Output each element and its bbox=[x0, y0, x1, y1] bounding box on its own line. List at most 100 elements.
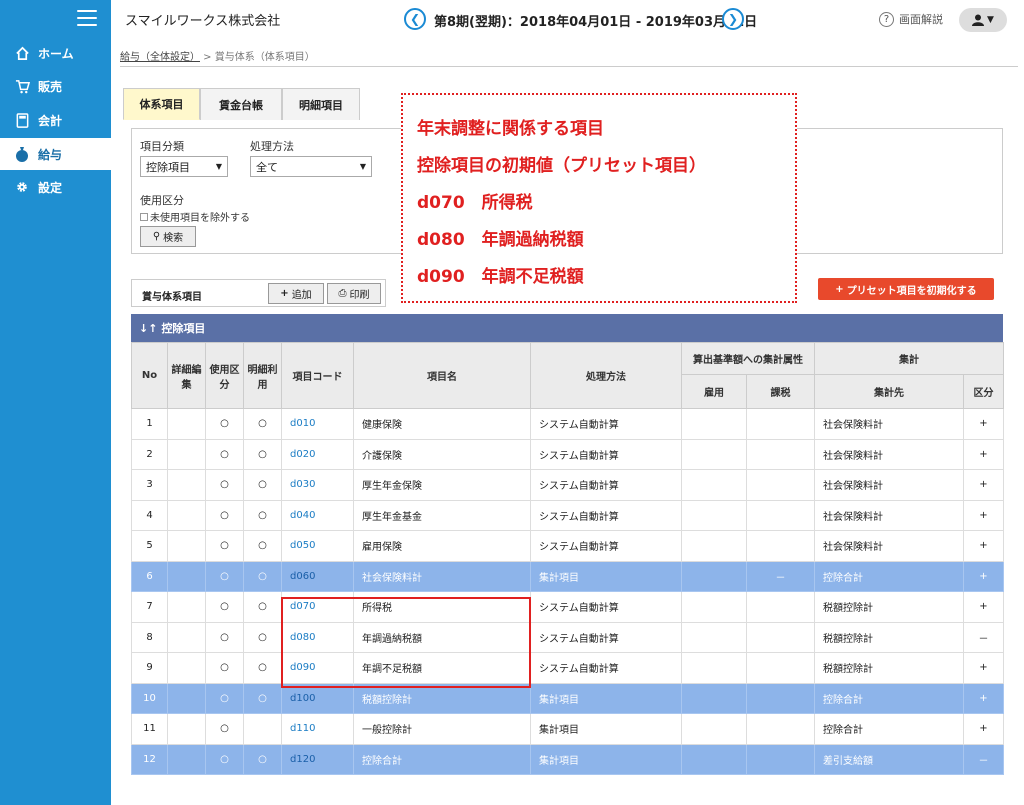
table-row[interactable]: 10 ○ ○ d100 税額控除計 集計項目 控除合計 + bbox=[131, 682, 1004, 714]
cell-code[interactable]: d050 bbox=[281, 530, 354, 562]
exclude-unused-checkbox[interactable]: 未使用項目を除外する bbox=[140, 209, 250, 224]
cell-kubun: + bbox=[963, 591, 1004, 623]
sidebar-item-money-bag[interactable]: 給与 bbox=[0, 138, 111, 170]
cell-koyou bbox=[681, 682, 747, 714]
cell-code[interactable]: d110 bbox=[281, 713, 354, 745]
cell-kubun: + bbox=[963, 652, 1004, 684]
cell-target: 社会保険料計 bbox=[814, 530, 964, 562]
cell-usage: ○ bbox=[205, 652, 244, 684]
cell-meisai: ○ bbox=[243, 621, 282, 653]
cell-target: 税額控除計 bbox=[814, 621, 964, 653]
help-link[interactable]: ? 画面解説 bbox=[879, 11, 943, 27]
checkbox[interactable] bbox=[140, 212, 148, 221]
cell-meisai: ○ bbox=[243, 591, 282, 623]
category-select[interactable]: 控除項目 ▼ bbox=[140, 156, 228, 177]
cell-code[interactable]: d020 bbox=[281, 438, 354, 470]
table-row[interactable]: 1 ○ ○ d010 健康保険 システム自動計算 社会保険料計 + bbox=[131, 408, 1004, 440]
fiscal-period: 第8期(翌期)：2018年04月01日 - 2019年03月31日 bbox=[434, 15, 758, 30]
divider bbox=[120, 66, 1018, 67]
cell-code[interactable]: d120 bbox=[281, 743, 354, 775]
table-row[interactable]: 11 ○ d110 一般控除計 集計項目 控除合計 + bbox=[131, 713, 1004, 745]
header-kubun: 区分 bbox=[963, 374, 1004, 409]
cell-method: システム自動計算 bbox=[530, 621, 682, 653]
cell-kazei bbox=[746, 591, 815, 623]
usage-label: 使用区分 bbox=[140, 194, 184, 207]
cell-no: 10 bbox=[131, 682, 168, 714]
cell-method: システム自動計算 bbox=[530, 530, 682, 562]
cell-no: 3 bbox=[131, 469, 168, 501]
tab-system-items[interactable]: 体系項目 bbox=[123, 88, 200, 120]
cell-code[interactable]: d090 bbox=[281, 652, 354, 684]
calculator-icon bbox=[14, 112, 30, 128]
reset-preset-button[interactable]: + プリセット項目を初期化する bbox=[818, 278, 994, 300]
callout-line: d090 年調不足税額 bbox=[417, 267, 584, 287]
sidebar-item-calculator[interactable]: 会計 bbox=[0, 104, 111, 136]
sidebar-item-label: 販売 bbox=[38, 79, 63, 94]
add-button[interactable]: + 追加 bbox=[268, 283, 324, 304]
cell-usage: ○ bbox=[205, 408, 244, 440]
table-row[interactable]: 5 ○ ○ d050 雇用保険 システム自動計算 社会保険料計 + bbox=[131, 530, 1004, 562]
cell-detail bbox=[167, 499, 206, 531]
cell-kazei: － bbox=[746, 560, 815, 592]
table-row[interactable]: 9 ○ ○ d090 年調不足税額 システム自動計算 税額控除計 + bbox=[131, 652, 1004, 684]
sidebar-item-gear[interactable]: 設定 bbox=[0, 171, 111, 203]
cell-target: 税額控除計 bbox=[814, 652, 964, 684]
print-button[interactable]: ⎙ 印刷 bbox=[327, 283, 381, 304]
cell-usage: ○ bbox=[205, 591, 244, 623]
cell-meisai: ○ bbox=[243, 530, 282, 562]
table-row[interactable]: 6 ○ ○ d060 社会保険料計 集計項目－控除合計 + bbox=[131, 560, 1004, 592]
tab-wage-ledger[interactable]: 賃金台帳 bbox=[200, 88, 282, 120]
table-row[interactable]: 12 ○ ○ d120 控除合計 集計項目 差引支給額－ bbox=[131, 743, 1004, 775]
cell-meisai: ○ bbox=[243, 469, 282, 501]
search-button[interactable]: ⚲ 検索 bbox=[140, 226, 196, 247]
cell-kubun: + bbox=[963, 438, 1004, 470]
table-row[interactable]: 8 ○ ○ d080 年調過納税額 システム自動計算 税額控除計－ bbox=[131, 621, 1004, 653]
cell-usage: ○ bbox=[205, 438, 244, 470]
header-method: 処理方法 bbox=[530, 342, 682, 409]
cell-kazei bbox=[746, 682, 815, 714]
cell-name: 年調不足税額 bbox=[353, 652, 531, 684]
menu-icon[interactable] bbox=[77, 10, 97, 26]
cell-code[interactable]: d040 bbox=[281, 499, 354, 531]
sidebar-item-cart[interactable]: 販売 bbox=[0, 70, 111, 102]
search-icon: ⚲ bbox=[152, 231, 161, 242]
table-row[interactable]: 7 ○ ○ d070 所得税 システム自動計算 税額控除計 + bbox=[131, 591, 1004, 623]
cell-name: 雇用保険 bbox=[353, 530, 531, 562]
table-row[interactable]: 2 ○ ○ d020 介護保険 システム自動計算 社会保険料計 + bbox=[131, 438, 1004, 470]
cell-no: 2 bbox=[131, 438, 168, 470]
sidebar-item-label: ホーム bbox=[38, 46, 74, 61]
cell-code[interactable]: d010 bbox=[281, 408, 354, 440]
cell-usage: ○ bbox=[205, 560, 244, 592]
cell-usage: ○ bbox=[205, 682, 244, 714]
method-select[interactable]: 全て ▼ bbox=[250, 156, 372, 177]
cell-code[interactable]: d060 bbox=[281, 560, 354, 592]
breadcrumb-link[interactable]: 給与（全体設定） bbox=[120, 52, 200, 63]
cell-code[interactable]: d080 bbox=[281, 621, 354, 653]
cell-usage: ○ bbox=[205, 530, 244, 562]
cell-target: 控除合計 bbox=[814, 682, 964, 714]
table-title-bar[interactable]: ↓↑ 控除項目 bbox=[131, 314, 1003, 342]
cell-kazei bbox=[746, 621, 815, 653]
cell-kazei bbox=[746, 469, 815, 501]
cell-method: システム自動計算 bbox=[530, 652, 682, 684]
cell-code[interactable]: d070 bbox=[281, 591, 354, 623]
header-target: 集計先 bbox=[814, 374, 964, 409]
tab-detail-items[interactable]: 明細項目 bbox=[282, 88, 360, 120]
cell-kazei bbox=[746, 499, 815, 531]
header-kazei: 課税 bbox=[746, 374, 815, 409]
cell-code[interactable]: d100 bbox=[281, 682, 354, 714]
cell-kubun: － bbox=[963, 743, 1004, 775]
cell-target: 社会保険料計 bbox=[814, 408, 964, 440]
cell-target: 社会保険料計 bbox=[814, 499, 964, 531]
chevron-left-icon[interactable]: ❮ bbox=[404, 8, 426, 30]
user-menu-button[interactable]: ▼ bbox=[959, 8, 1007, 32]
breadcrumb: 給与（全体設定） > 賞与体系（体系項目） bbox=[120, 48, 315, 63]
sidebar-item-home[interactable]: ホーム bbox=[0, 37, 111, 69]
cell-kubun: + bbox=[963, 713, 1004, 745]
cell-code[interactable]: d030 bbox=[281, 469, 354, 501]
table-row[interactable]: 4 ○ ○ d040 厚生年金基金 システム自動計算 社会保険料計 + bbox=[131, 499, 1004, 531]
cell-name: 一般控除計 bbox=[353, 713, 531, 745]
table-row[interactable]: 3 ○ ○ d030 厚生年金保険 システム自動計算 社会保険料計 + bbox=[131, 469, 1004, 501]
chevron-right-icon[interactable]: ❯ bbox=[722, 8, 744, 30]
cell-detail bbox=[167, 438, 206, 470]
